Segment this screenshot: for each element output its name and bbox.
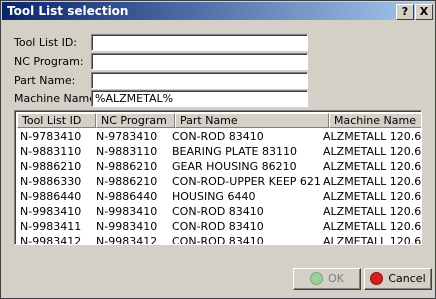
machine-name-field[interactable]: %ALZMETAL%: [91, 90, 308, 107]
cell-tool-list-id: N-9886330: [20, 175, 82, 188]
cell-machine-name: ALZMETALL 120.60: [323, 235, 422, 245]
table-body: N-9783410 N-9783410 CON-ROD 83410 ALZMETALL…: [17, 129, 422, 245]
part-name-field[interactable]: [91, 72, 308, 89]
ok-button[interactable]: OK: [293, 268, 361, 290]
column-header-part-name[interactable]: Part Name: [175, 113, 329, 128]
cell-tool-list-id: N-9886210: [20, 160, 82, 173]
cell-part-name: CON-ROD 83410: [172, 130, 264, 143]
close-button[interactable]: X: [415, 4, 433, 20]
cancel-button[interactable]: Cancel: [364, 268, 432, 290]
cell-machine-name: ALZMETALL 120.60: [323, 145, 422, 158]
table-row[interactable]: N-9983411 N-9983410 CON-ROD 83410 ALZMETALL…: [17, 219, 422, 234]
cell-nc-program: N-9886210: [96, 175, 158, 188]
cell-tool-list-id: N-9983410: [20, 205, 82, 218]
cell-tool-list-id: N-9886440: [20, 190, 82, 203]
column-header-machine-name[interactable]: Machine Name: [329, 113, 421, 128]
cell-part-name: BEARING PLATE 83110: [172, 145, 298, 158]
cell-tool-list-id: N-9983411: [20, 220, 82, 233]
title-bar[interactable]: Tool List selection ? X: [2, 2, 434, 20]
table-row[interactable]: N-9783410 N-9783410 CON-ROD 83410 ALZMETALL…: [17, 129, 422, 144]
table-header: Tool List ID NC Program Part Name Machin…: [17, 113, 421, 128]
cell-part-name: GEAR HOUSING 86210: [172, 160, 297, 173]
cell-machine-name: ALZMETALL 120.60: [323, 190, 422, 203]
ok-label: OK: [328, 272, 344, 285]
window-title: Tool List selection: [7, 4, 129, 18]
table-row[interactable]: N-9886210 N-9886210 GEAR HOUSING 86210 ALZM…: [17, 159, 422, 174]
cell-machine-name: ALZMETALL 120.60: [323, 205, 422, 218]
table-row[interactable]: N-9886330 N-9886210 CON-ROD-UPPER KEEP 621…: [17, 174, 422, 189]
machine-name-label: Machine Name:: [14, 92, 100, 105]
cell-nc-program: N-9783410: [96, 130, 158, 143]
cell-machine-name: ALZMETALL 120.60: [323, 220, 422, 233]
cell-part-name: CON-ROD-UPPER KEEP 6210: [172, 175, 320, 188]
tool-list-id-field[interactable]: [91, 34, 308, 51]
cell-nc-program: N-9983410: [96, 205, 158, 218]
cancel-dot-icon: [370, 271, 384, 285]
table-row[interactable]: N-9886440 N-9886440 HOUSING 6440 ALZMETALL …: [17, 189, 422, 204]
nc-program-label: NC Program:: [14, 55, 84, 68]
tool-list-table[interactable]: Tool List ID NC Program Part Name Machin…: [14, 110, 422, 245]
table-row[interactable]: N-9983412 N-9983412 CON-ROD 83410 ALZMETALL…: [17, 234, 422, 245]
cell-machine-name: ALZMETALL 120.60: [323, 130, 422, 143]
cell-part-name: CON-ROD 83410: [172, 220, 264, 233]
cell-part-name: CON-ROD 83410: [172, 235, 264, 245]
cell-tool-list-id: N-9883110: [20, 145, 82, 158]
cell-part-name: CON-ROD 83410: [172, 205, 264, 218]
tool-list-dialog: Tool List selection ? X Tool List ID: NC…: [0, 0, 436, 299]
table-row[interactable]: N-9983410 N-9983410 CON-ROD 83410 ALZMETALL…: [17, 204, 422, 219]
cell-machine-name: ALZMETALL 120.60: [323, 160, 422, 173]
cell-tool-list-id: N-9783410: [20, 130, 82, 143]
column-header-nc-program[interactable]: NC Program: [96, 113, 175, 128]
table-row[interactable]: N-9883110 N-9883110 BEARING PLATE 83110 ALZ…: [17, 144, 422, 159]
cell-nc-program: N-9983410: [96, 220, 158, 233]
cell-nc-program: N-9983412: [96, 235, 158, 245]
tool-list-id-label: Tool List ID:: [14, 36, 78, 49]
cell-machine-name: ALZMETALL 120.60: [323, 175, 422, 188]
cell-nc-program: N-9886210: [96, 160, 158, 173]
part-name-label: Part Name:: [14, 74, 76, 87]
cell-part-name: HOUSING 6440: [172, 190, 256, 203]
cell-tool-list-id: N-9983412: [20, 235, 82, 245]
cancel-label: Cancel: [388, 272, 426, 285]
help-button[interactable]: ?: [396, 4, 414, 20]
nc-program-field[interactable]: [91, 53, 308, 70]
cell-nc-program: N-9883110: [96, 145, 158, 158]
column-header-tool-list-id[interactable]: Tool List ID: [17, 113, 96, 128]
ok-dot-icon: [310, 271, 324, 285]
cell-nc-program: N-9886440: [96, 190, 158, 203]
